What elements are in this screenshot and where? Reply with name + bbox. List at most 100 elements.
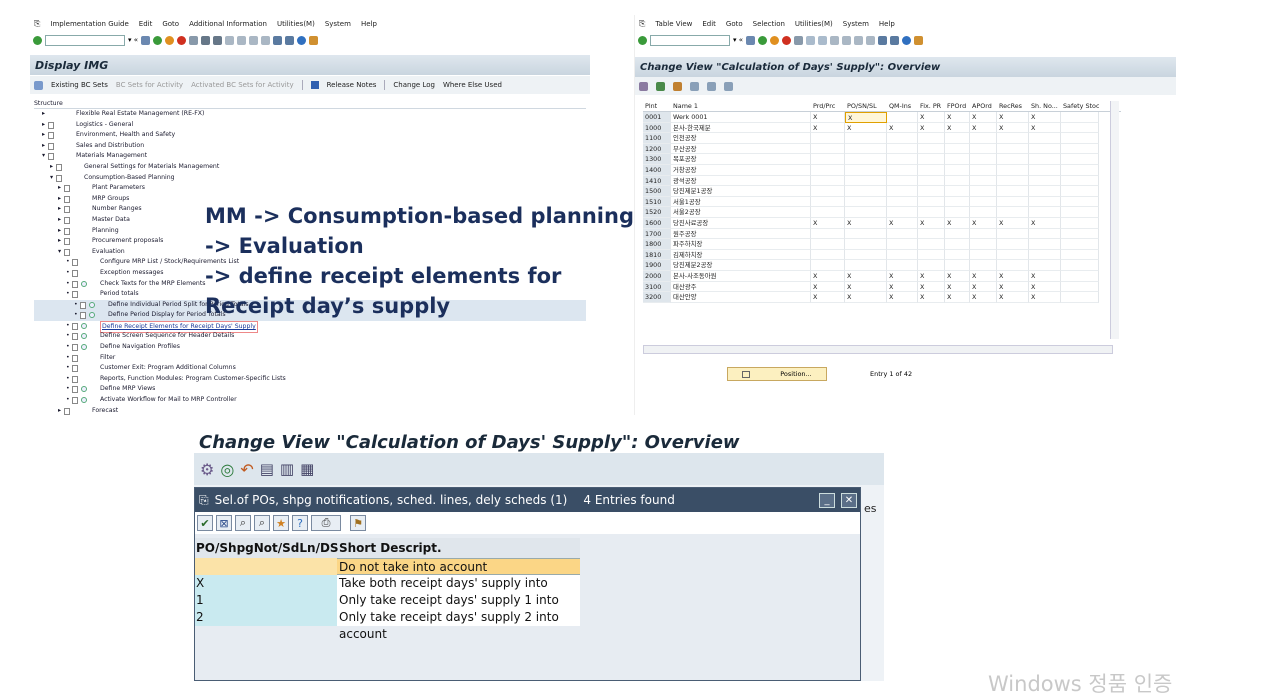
menu-utilities[interactable]: Utilities(M) bbox=[795, 20, 833, 28]
checkbox-cell[interactable] bbox=[1029, 239, 1061, 250]
first-page-icon[interactable] bbox=[830, 35, 840, 45]
command-dropdown-icon[interactable]: ▾ « bbox=[128, 36, 138, 44]
checkbox-cell[interactable] bbox=[887, 143, 918, 155]
checkbox-cell[interactable]: X bbox=[1029, 122, 1061, 134]
find-icon[interactable] bbox=[806, 35, 816, 45]
checkbox-cell[interactable] bbox=[1061, 164, 1099, 176]
checkbox-cell[interactable]: X bbox=[997, 292, 1029, 303]
checkbox-cell[interactable] bbox=[887, 186, 918, 197]
checkbox-cell[interactable] bbox=[845, 249, 887, 261]
checkbox-cell[interactable] bbox=[1061, 186, 1099, 197]
checkbox-cell[interactable] bbox=[997, 228, 1029, 240]
table-row[interactable]: 3100 대산광주 X X X X X X X X bbox=[643, 281, 1121, 293]
checkbox-cell[interactable] bbox=[970, 260, 997, 271]
checkbox-cell[interactable] bbox=[970, 154, 997, 165]
checkbox-cell[interactable] bbox=[887, 228, 918, 240]
checkbox-cell[interactable] bbox=[845, 154, 887, 165]
document-icon[interactable] bbox=[48, 153, 54, 161]
tree-node[interactable]: • Define Navigation Profiles bbox=[34, 342, 586, 353]
checkbox-cell[interactable] bbox=[970, 196, 997, 208]
document-icon[interactable] bbox=[72, 375, 78, 383]
checkbox-cell[interactable] bbox=[1061, 143, 1099, 155]
menu-implementation-guide[interactable]: Implementation Guide bbox=[50, 20, 128, 28]
document-icon[interactable] bbox=[48, 121, 54, 129]
document-icon[interactable] bbox=[64, 238, 70, 246]
tree-expander-icon[interactable]: • bbox=[66, 363, 70, 374]
checkbox-cell[interactable] bbox=[1061, 281, 1099, 293]
checkbox-cell[interactable] bbox=[1029, 228, 1061, 240]
table-row[interactable]: 0001 Werk 0001 X X X X X X X bbox=[643, 112, 1121, 123]
checkbox-cell[interactable] bbox=[811, 175, 845, 187]
checkbox-cell[interactable] bbox=[1029, 249, 1061, 261]
checkbox-cell[interactable] bbox=[811, 249, 845, 261]
tree-expander-icon[interactable]: • bbox=[66, 395, 70, 406]
help-icon[interactable]: ? bbox=[292, 515, 308, 531]
select-all-icon[interactable]: ▤ bbox=[260, 460, 274, 478]
document-icon[interactable] bbox=[72, 333, 78, 341]
checkbox-cell[interactable] bbox=[1061, 175, 1099, 187]
checkbox-cell[interactable] bbox=[997, 164, 1029, 176]
menu-help[interactable]: Help bbox=[879, 20, 895, 28]
sort-icon[interactable]: ★ bbox=[273, 515, 289, 531]
checkbox-cell[interactable] bbox=[945, 143, 970, 155]
tree-node[interactable]: • Define MRP Views bbox=[34, 384, 586, 395]
document-icon[interactable] bbox=[72, 322, 78, 330]
tree-node[interactable]: ▸ Forecast bbox=[34, 406, 586, 415]
checkbox-cell[interactable] bbox=[1029, 196, 1061, 208]
checkbox-cell[interactable] bbox=[887, 196, 918, 208]
activated-bc-sets-button[interactable]: Activated BC Sets for Activity bbox=[191, 81, 294, 89]
checkbox-cell[interactable]: X bbox=[845, 281, 887, 293]
checkbox-cell[interactable] bbox=[887, 112, 918, 123]
checkbox-cell[interactable]: X bbox=[970, 270, 997, 282]
checkbox-cell[interactable] bbox=[845, 260, 887, 271]
checkbox-cell[interactable] bbox=[918, 207, 945, 218]
menu-help[interactable]: Help bbox=[361, 20, 377, 28]
checkbox-cell[interactable] bbox=[997, 175, 1029, 187]
layout-icon[interactable] bbox=[914, 35, 924, 45]
tree-expander-icon[interactable]: • bbox=[66, 321, 70, 332]
checkbox-cell[interactable] bbox=[1061, 249, 1099, 261]
checkbox-cell[interactable]: X bbox=[845, 112, 887, 123]
first-page-icon[interactable] bbox=[225, 35, 235, 45]
checkbox-cell[interactable] bbox=[1061, 228, 1099, 240]
help-icon[interactable] bbox=[902, 35, 912, 45]
tree-node[interactable]: • Define Receipt Elements for Receipt Day… bbox=[34, 320, 586, 334]
deselect-all-icon[interactable]: ▦ bbox=[300, 460, 314, 478]
document-icon[interactable] bbox=[64, 206, 70, 214]
document-icon[interactable] bbox=[56, 163, 62, 171]
document-icon[interactable] bbox=[48, 132, 54, 140]
print-icon[interactable] bbox=[794, 35, 804, 45]
execute-activity-icon[interactable] bbox=[81, 386, 87, 393]
checkbox-cell[interactable] bbox=[945, 228, 970, 240]
vertical-scrollbar[interactable] bbox=[1110, 101, 1119, 339]
checkbox-cell[interactable] bbox=[918, 133, 945, 144]
tree-expander-icon[interactable]: ▸ bbox=[58, 406, 61, 415]
tree-expander-icon[interactable]: ▸ bbox=[42, 141, 45, 152]
menu-utilities[interactable]: Utilities(M) bbox=[277, 20, 315, 28]
checkbox-cell[interactable] bbox=[918, 239, 945, 250]
execute-activity-icon[interactable] bbox=[89, 312, 95, 319]
document-icon[interactable] bbox=[72, 365, 78, 373]
checkbox-cell[interactable] bbox=[811, 196, 845, 208]
checkbox-cell[interactable] bbox=[845, 164, 887, 176]
help-icon[interactable] bbox=[297, 35, 307, 45]
tree-node[interactable]: ▾ Materials Management bbox=[34, 151, 586, 162]
print-icon[interactable] bbox=[189, 35, 199, 45]
checkbox-cell[interactable]: X bbox=[887, 270, 918, 282]
execute-activity-icon[interactable] bbox=[89, 301, 95, 308]
document-icon[interactable] bbox=[56, 174, 62, 182]
document-icon[interactable] bbox=[64, 248, 70, 256]
checkbox-cell[interactable] bbox=[945, 154, 970, 165]
execute-activity-icon[interactable] bbox=[81, 333, 87, 340]
checkbox-cell[interactable] bbox=[887, 207, 918, 218]
document-icon[interactable] bbox=[64, 407, 70, 415]
tree-expander-icon[interactable]: ▸ bbox=[58, 215, 61, 226]
horizontal-scrollbar[interactable] bbox=[643, 345, 1113, 354]
checkbox-cell[interactable]: X bbox=[918, 122, 945, 134]
tree-expander-icon[interactable]: • bbox=[74, 300, 78, 311]
undo-icon[interactable]: ↶ bbox=[240, 460, 253, 479]
checkbox-cell[interactable]: X bbox=[1029, 292, 1061, 303]
checkbox-cell[interactable] bbox=[997, 186, 1029, 197]
checkbox-cell[interactable] bbox=[811, 228, 845, 240]
checkbox-cell[interactable] bbox=[1029, 260, 1061, 271]
